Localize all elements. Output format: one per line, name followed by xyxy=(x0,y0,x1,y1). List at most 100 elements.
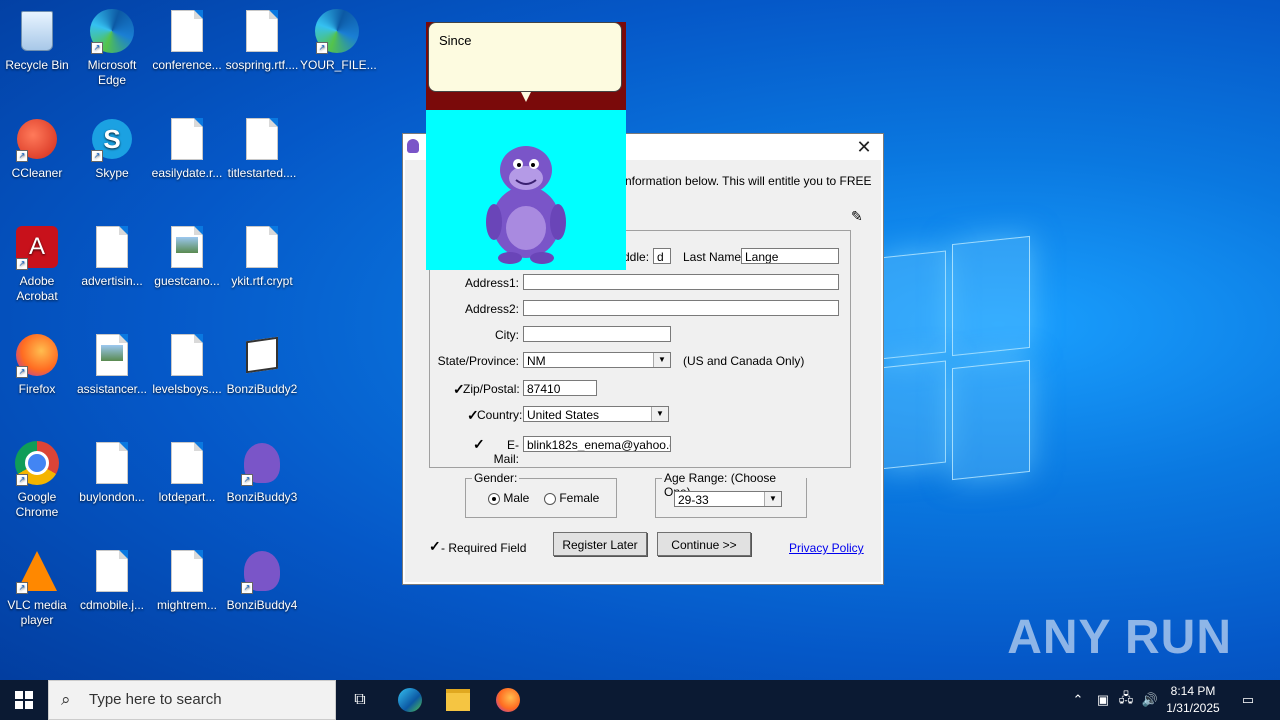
desktop-icon-label: Recycle Bin xyxy=(5,58,69,72)
desktop-icon-your-file[interactable]: ↗ YOUR_FILE... xyxy=(300,8,377,73)
bonzi-character-area[interactable] xyxy=(426,110,626,270)
desktop-icon-label: VLC media player xyxy=(7,598,67,627)
state-select[interactable]: NM ▼ xyxy=(523,352,671,368)
state-label: State/Province: xyxy=(437,354,519,368)
search-icon: ⌕ xyxy=(61,690,71,709)
address1-input[interactable] xyxy=(523,274,839,290)
file-icon xyxy=(239,8,285,54)
desktop-icon-label: mightrem... xyxy=(156,598,217,612)
age-group: Age Range: (Choose One) 29-33 ▼ xyxy=(655,471,807,518)
image-file-icon xyxy=(89,332,135,378)
desktop-icon-cdmobile-j[interactable]: cdmobile.j... xyxy=(75,548,149,613)
notification-icon[interactable]: ▭ xyxy=(1236,680,1260,720)
desktop-icon-ccleaner[interactable]: ↗ CCleaner xyxy=(0,116,74,181)
desktop-icon-easilydate-r[interactable]: easilydate.r... xyxy=(150,116,224,181)
firefox-icon: ↗ xyxy=(14,332,60,378)
bonzi-gorilla-icon xyxy=(486,146,566,264)
desktop-icon-google-chrome[interactable]: ↗ Google Chrome xyxy=(0,440,74,520)
desktop-icon-label: sospring.rtf.... xyxy=(225,58,299,72)
continue-button[interactable]: Continue >> xyxy=(657,532,751,556)
task-view-icon[interactable]: ⧉ xyxy=(336,680,384,720)
desktop-icon-label: titlestarted.... xyxy=(227,166,297,180)
file-explorer-icon[interactable] xyxy=(434,680,482,720)
desktop-icon-label: BonziBuddy4 xyxy=(226,598,298,612)
file-icon xyxy=(89,440,135,486)
bonzi-app-icon xyxy=(407,139,419,153)
register-later-button[interactable]: Register Later xyxy=(553,532,647,556)
network-icon[interactable]: 🖧 xyxy=(1116,680,1136,720)
desktop-icon-levelsboys[interactable]: levelsboys.... xyxy=(150,332,224,397)
gender-male-option[interactable]: Male xyxy=(488,491,529,505)
recycle-bin-icon xyxy=(14,8,60,54)
intro-text: nformation below. This will entitle you … xyxy=(625,174,872,188)
file-icon xyxy=(164,332,210,378)
desktop-icon-label: Google Chrome xyxy=(15,490,59,519)
desktop-icon-skype[interactable]: S ↗ Skype xyxy=(75,116,149,181)
clock-date: 1/31/2025 xyxy=(1166,701,1220,715)
desktop-icon-buylondon[interactable]: buylondon... xyxy=(75,440,149,505)
desktop-icon-mightrem[interactable]: mightrem... xyxy=(150,548,224,613)
desktop-icon-guestcano[interactable]: guestcano... xyxy=(150,224,224,289)
zip-input[interactable]: 87410 xyxy=(523,380,597,396)
address2-input[interactable] xyxy=(523,300,839,316)
start-button[interactable] xyxy=(0,680,48,720)
speech-balloon: Since xyxy=(428,22,622,92)
chevron-down-icon[interactable]: ▼ xyxy=(651,407,668,421)
desktop-icon-microsoft-edge[interactable]: ↗ Microsoft Edge xyxy=(75,8,149,88)
desktop-icon-label: levelsboys.... xyxy=(152,382,222,396)
desktop-icon-assistancer[interactable]: assistancer... xyxy=(75,332,149,397)
tray-app-icon[interactable]: ▣ xyxy=(1094,680,1112,720)
desktop-icon-label: YOUR_FILE... xyxy=(300,58,377,72)
required-check-icon: ✓ xyxy=(429,538,441,554)
firefox-taskbar-icon[interactable] xyxy=(484,680,532,720)
close-button[interactable]: ✕ xyxy=(853,137,875,157)
volume-icon[interactable]: 🔊 xyxy=(1140,680,1160,720)
desktop-icon-bonzibuddy2[interactable]: BonziBuddy2 xyxy=(225,332,299,397)
edge-icon: ↗ xyxy=(89,8,135,54)
desktop-icon-advertisin[interactable]: advertisin... xyxy=(75,224,149,289)
female-label: Female xyxy=(559,491,600,505)
desktop-icon-vlc-media-player[interactable]: ↗ VLC media player xyxy=(0,548,74,628)
image-file-icon xyxy=(164,224,210,270)
desktop-icon-label: easilydate.r... xyxy=(151,166,223,180)
gender-female-option[interactable]: Female xyxy=(544,491,599,505)
chevron-down-icon[interactable]: ▼ xyxy=(764,492,781,506)
desktop-icon-label: ykit.rtf.crypt xyxy=(231,274,293,288)
file-icon xyxy=(239,116,285,162)
taskbar: ⌕ Type here to search ⧉ ⌃ ▣ 🖧 🔊 8:14 PM … xyxy=(0,680,1280,720)
country-select[interactable]: United States ▼ xyxy=(523,406,669,422)
privacy-policy-link[interactable]: Privacy Policy xyxy=(789,541,864,555)
male-radio[interactable] xyxy=(488,492,500,505)
bonzi-icon: ↗ xyxy=(239,440,285,486)
desktop-icon-bonzibuddy4[interactable]: ↗ BonziBuddy4 xyxy=(225,548,299,613)
pen-icon[interactable]: ✎ xyxy=(851,208,863,225)
clock-time: 8:14 PM xyxy=(1170,684,1216,698)
chevron-down-icon[interactable]: ▼ xyxy=(653,353,670,367)
edge-taskbar-icon[interactable] xyxy=(386,680,434,720)
desktop-icon-recycle-bin[interactable]: Recycle Bin xyxy=(0,8,74,73)
desktop-icon-bonzibuddy3[interactable]: ↗ BonziBuddy3 xyxy=(225,440,299,505)
taskbar-search-box[interactable]: ⌕ Type here to search xyxy=(48,680,336,720)
desktop-icon-sospring-rtf[interactable]: sospring.rtf.... xyxy=(225,8,299,73)
desktop-icon-label: cdmobile.j... xyxy=(79,598,145,612)
desktop-icon-label: Firefox xyxy=(18,382,56,396)
desktop-icon-lotdepart[interactable]: lotdepart... xyxy=(150,440,224,505)
desktop-icon-ykit-rtf-crypt[interactable]: ykit.rtf.crypt xyxy=(225,224,299,289)
city-label: City: xyxy=(495,328,519,342)
last-name-input[interactable]: Lange xyxy=(741,248,839,264)
female-radio[interactable] xyxy=(544,492,556,505)
country-value: United States xyxy=(527,408,600,422)
city-input[interactable] xyxy=(523,326,671,342)
desktop-icon-conference[interactable]: conference... xyxy=(150,8,224,73)
taskbar-clock[interactable]: 8:14 PM 1/31/2025 xyxy=(1158,683,1228,717)
edge-icon: ↗ xyxy=(314,8,360,54)
desktop-icon-label: BonziBuddy3 xyxy=(226,490,298,504)
desktop-icon-titlestarted[interactable]: titlestarted.... xyxy=(225,116,299,181)
tray-overflow-chevron-icon[interactable]: ⌃ xyxy=(1068,680,1088,720)
desktop-icon-adobe-acrobat[interactable]: A ↗ Adobe Acrobat xyxy=(0,224,74,304)
age-select[interactable]: 29-33 ▼ xyxy=(674,491,782,507)
email-input[interactable]: blink182s_enema@yahoo.con xyxy=(523,436,671,452)
middle-initial-input[interactable]: d xyxy=(653,248,671,264)
search-placeholder: Type here to search xyxy=(89,691,222,708)
desktop-icon-firefox[interactable]: ↗ Firefox xyxy=(0,332,74,397)
